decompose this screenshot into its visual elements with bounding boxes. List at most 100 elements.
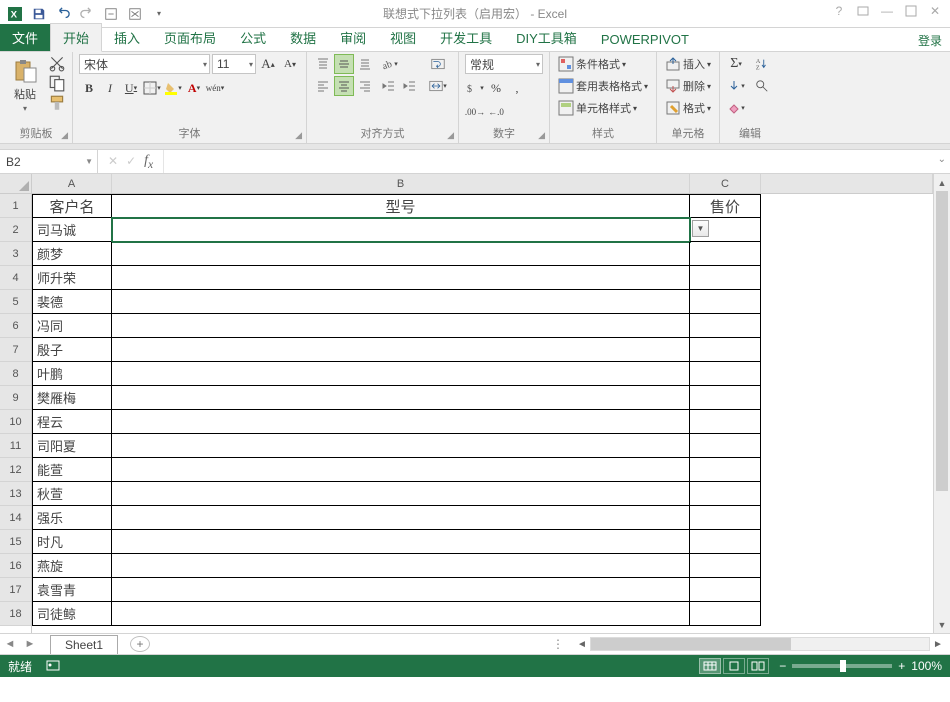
col-header-a[interactable]: A	[32, 174, 112, 193]
row-header[interactable]: 5	[0, 290, 31, 314]
cell[interactable]: 强乐	[32, 506, 112, 530]
clipboard-launcher-icon[interactable]: ◢	[61, 130, 68, 141]
cell[interactable]	[690, 362, 761, 386]
wrap-text-icon[interactable]	[424, 54, 452, 74]
cell[interactable]	[690, 506, 761, 530]
expand-formula-icon[interactable]: ⌄	[938, 154, 946, 165]
number-launcher-icon[interactable]: ◢	[538, 130, 545, 141]
font-size-combo[interactable]: 11▾	[212, 54, 256, 74]
cell[interactable]	[112, 314, 690, 338]
increase-decimal-icon[interactable]: .00→	[465, 102, 485, 122]
cell[interactable]	[112, 530, 690, 554]
cell[interactable]	[112, 602, 690, 626]
name-box[interactable]: B2▼	[0, 150, 98, 173]
row-header[interactable]: 13	[0, 482, 31, 506]
redo-icon[interactable]	[76, 3, 98, 25]
cell[interactable]	[112, 578, 690, 602]
phonetic-button[interactable]: wén▾	[205, 78, 225, 98]
login-link[interactable]: 登录	[918, 32, 942, 49]
row-header[interactable]: 6	[0, 314, 31, 338]
tab-home[interactable]: 开始	[50, 23, 102, 52]
row-header[interactable]: 4	[0, 266, 31, 290]
macro-record-icon[interactable]	[46, 658, 60, 675]
align-launcher-icon[interactable]: ◢	[447, 130, 454, 141]
align-right-icon[interactable]	[355, 76, 375, 96]
cell[interactable]: 颜梦	[32, 242, 112, 266]
conditional-format-button[interactable]: 条件格式 ▾	[556, 54, 650, 74]
copy-icon[interactable]	[48, 74, 66, 92]
cell[interactable]	[690, 530, 761, 554]
cell[interactable]: 售价	[690, 194, 761, 218]
cell[interactable]: 裴德	[32, 290, 112, 314]
cell[interactable]: 司阳夏	[32, 434, 112, 458]
tab-diy[interactable]: DIY工具箱	[504, 24, 589, 51]
cell[interactable]	[112, 410, 690, 434]
cell[interactable]	[112, 338, 690, 362]
cell[interactable]: 秋萱	[32, 482, 112, 506]
orientation-icon[interactable]: ab▾	[379, 54, 399, 74]
align-left-icon[interactable]	[313, 76, 333, 96]
cell[interactable]	[690, 578, 761, 602]
align-center-icon[interactable]	[334, 76, 354, 96]
cell[interactable]: 司马诚	[32, 218, 112, 242]
accounting-format-icon[interactable]: $▾	[465, 78, 485, 98]
view-pagelayout-icon[interactable]	[723, 658, 745, 674]
cell[interactable]: 殷子	[32, 338, 112, 362]
cell[interactable]	[690, 410, 761, 434]
align-top-icon[interactable]	[313, 54, 333, 74]
row-header[interactable]: 14	[0, 506, 31, 530]
zoom-out-button[interactable]: −	[779, 659, 786, 673]
find-select-icon[interactable]	[750, 76, 774, 96]
cancel-formula-icon[interactable]: ✕	[108, 154, 118, 168]
tab-pagelayout[interactable]: 页面布局	[152, 24, 228, 51]
undo-icon[interactable]	[52, 3, 74, 25]
hscroll-left-icon[interactable]: ◄	[574, 639, 590, 650]
cell[interactable]: 叶鹏	[32, 362, 112, 386]
formula-input[interactable]: ⌄	[163, 150, 950, 173]
insert-cells-button[interactable]: 插入 ▾	[663, 54, 713, 74]
cells-area[interactable]: 客户名型号售价司马诚颜梦师升荣裴德冯同殷子叶鹏樊雁梅程云司阳夏能萱秋萱强乐时凡燕…	[32, 194, 933, 626]
table-format-button[interactable]: 套用表格格式 ▾	[556, 76, 650, 96]
cell[interactable]: 能萱	[32, 458, 112, 482]
tab-data[interactable]: 数据	[278, 24, 328, 51]
percent-format-icon[interactable]: %	[486, 78, 506, 98]
cell[interactable]	[690, 266, 761, 290]
tab-insert[interactable]: 插入	[102, 24, 152, 51]
tab-developer[interactable]: 开发工具	[428, 24, 504, 51]
clear-icon[interactable]: ▾	[726, 98, 746, 118]
cell[interactable]	[690, 338, 761, 362]
dropdown-button[interactable]: ▼	[692, 220, 709, 237]
row-header[interactable]: 3	[0, 242, 31, 266]
new-sheet-button[interactable]: +	[130, 636, 150, 652]
save-icon[interactable]	[28, 3, 50, 25]
cell[interactable]	[112, 362, 690, 386]
decrease-font-icon[interactable]: A▾	[280, 54, 300, 74]
sheet-nav-prev-icon[interactable]: ◄	[0, 638, 20, 650]
cell[interactable]	[112, 218, 690, 242]
tab-formulas[interactable]: 公式	[228, 24, 278, 51]
sheet-nav-next-icon[interactable]: ►	[20, 638, 40, 650]
cell[interactable]: 袁雪青	[32, 578, 112, 602]
maximize-icon[interactable]	[900, 0, 922, 22]
cell-style-button[interactable]: 单元格样式 ▾	[556, 98, 650, 118]
tab-powerpivot[interactable]: POWERPIVOT	[589, 28, 701, 51]
cell[interactable]	[690, 314, 761, 338]
zoom-level[interactable]: 100%	[911, 659, 942, 673]
row-header[interactable]: 12	[0, 458, 31, 482]
cell[interactable]: 师升荣	[32, 266, 112, 290]
cell[interactable]: 型号	[112, 194, 690, 218]
qat-customize-icon[interactable]: ▾	[148, 3, 170, 25]
tab-file[interactable]: 文件	[0, 24, 50, 51]
scroll-up-icon[interactable]: ▲	[934, 174, 950, 191]
cell[interactable]: 时凡	[32, 530, 112, 554]
cell[interactable]	[690, 554, 761, 578]
qat-btn-2[interactable]	[124, 3, 146, 25]
cell[interactable]	[112, 482, 690, 506]
col-header-b[interactable]: B	[112, 174, 690, 193]
minimize-icon[interactable]: —	[876, 0, 898, 22]
cell[interactable]	[112, 434, 690, 458]
cell[interactable]	[112, 554, 690, 578]
row-header[interactable]: 17	[0, 578, 31, 602]
cell[interactable]: 客户名	[32, 194, 112, 218]
fill-icon[interactable]: ▾	[726, 76, 746, 96]
